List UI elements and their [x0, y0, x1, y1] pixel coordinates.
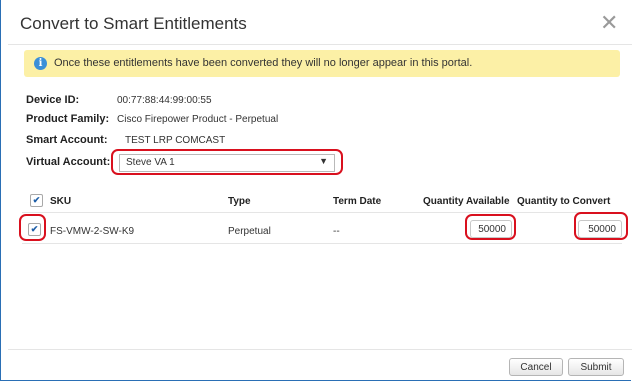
close-icon[interactable]: ✕ — [600, 12, 618, 34]
submit-button[interactable]: Submit — [568, 358, 624, 376]
footer-divider — [8, 349, 632, 350]
virtual-account-label: Virtual Account: — [26, 156, 111, 168]
info-icon: i — [34, 57, 47, 70]
warning-alert: i Once these entitlements have been conv… — [24, 50, 620, 77]
table-row-divider — [22, 243, 622, 244]
smart-account-label: Smart Account: — [26, 134, 108, 146]
checkmark-icon: ✔ — [32, 195, 41, 205]
alert-message: Once these entitlements have been conver… — [54, 57, 473, 69]
highlight-row-checkbox — [19, 214, 46, 241]
highlight-virtual-account — [111, 149, 343, 175]
row-term-date: -- — [333, 226, 340, 237]
header-divider — [8, 44, 632, 45]
column-header-quantity-available: Quantity Available — [423, 196, 510, 207]
highlight-quantity-to-convert — [574, 212, 628, 240]
column-header-term-date: Term Date — [333, 196, 382, 207]
dialog-title: Convert to Smart Entitlements — [20, 14, 247, 33]
column-header-quantity-to-convert: Quantity to Convert — [517, 196, 611, 207]
select-all-checkbox[interactable]: ✔ — [30, 194, 43, 207]
smart-account-value: TEST LRP COMCAST — [125, 135, 226, 146]
product-family-value: Cisco Firepower Product - Perpetual — [117, 114, 279, 125]
column-header-type: Type — [228, 196, 251, 207]
cancel-button[interactable]: Cancel — [509, 358, 563, 376]
device-id-value: 00:77:88:44:99:00:55 — [117, 95, 212, 106]
device-id-label: Device ID: — [26, 94, 80, 106]
row-sku: FS-VMW-2-SW-K9 — [50, 226, 135, 237]
table-header-divider — [22, 212, 622, 213]
highlight-quantity-available — [465, 214, 516, 240]
column-header-sku: SKU — [50, 196, 72, 207]
row-type: Perpetual — [228, 226, 271, 237]
product-family-label: Product Family: — [26, 113, 110, 125]
